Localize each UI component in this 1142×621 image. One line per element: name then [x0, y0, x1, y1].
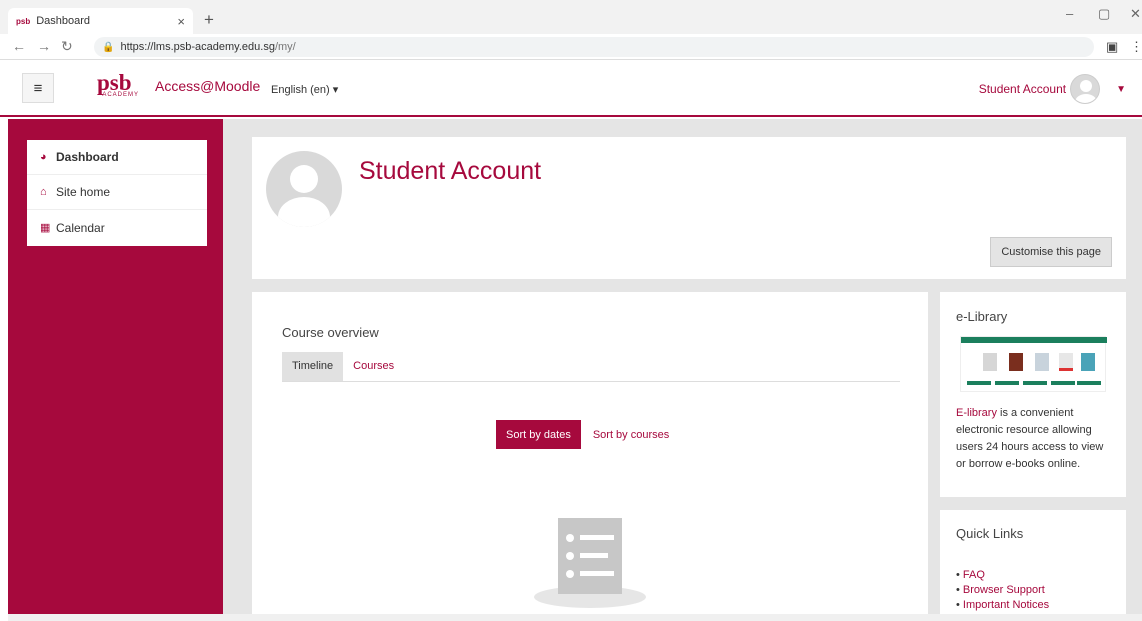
url-host: https://lms.psb-academy.edu.sg	[120, 41, 275, 53]
calendar-icon: ▦	[40, 222, 51, 234]
minimize-icon[interactable]: –	[1066, 6, 1073, 21]
tab-timeline[interactable]: Timeline	[282, 352, 344, 381]
browser-tab-bar: psb Dashboard × + – ▢ ✕	[0, 0, 1142, 34]
browser-menu-icon[interactable]: ⋮	[1130, 39, 1142, 55]
elibrary-link[interactable]: E-library	[956, 407, 997, 419]
url-field[interactable]: 🔒 https://lms.psb-academy.edu.sg/my/	[94, 37, 1094, 57]
profile-avatar	[266, 151, 342, 227]
sort-by-dates-button[interactable]: Sort by dates	[496, 420, 581, 449]
tab-close-icon[interactable]: ×	[177, 14, 185, 29]
psb-favicon-icon: psb	[16, 16, 31, 26]
course-overview-tabs: Timeline Courses	[282, 352, 900, 382]
quick-link-browser-support[interactable]: Browser Support	[956, 583, 1049, 598]
dashboard-icon: ◕	[40, 151, 47, 163]
nav-item-label: Dashboard	[56, 150, 119, 164]
nav-drawer-list: ◕ Dashboard ⌂ Site home ▦ Calendar	[27, 140, 207, 246]
forward-icon[interactable]: →	[37, 38, 51, 54]
quick-links-title: Quick Links	[956, 526, 1024, 541]
nav-item-calendar[interactable]: ▦ Calendar	[27, 210, 207, 245]
url-path: /my/	[274, 41, 296, 53]
elibrary-preview-image[interactable]	[960, 336, 1107, 392]
customise-page-button[interactable]: Customise this page	[990, 237, 1112, 267]
tab-title: Dashboard	[36, 15, 91, 27]
user-avatar	[1070, 74, 1101, 104]
language-menu[interactable]: English (en) ▾	[271, 83, 338, 96]
elibrary-description: E-library is a convenient electronic res…	[956, 405, 1114, 473]
close-window-icon[interactable]: ✕	[1130, 6, 1141, 22]
menu-toggle-button[interactable]: ≡	[22, 73, 54, 103]
address-bar: ← → ↻ 🔒 https://lms.psb-academy.edu.sg/m…	[0, 34, 1142, 60]
nav-item-label: Site home	[56, 185, 111, 199]
new-tab-button[interactable]: +	[204, 10, 214, 30]
nav-item-label: Calendar	[56, 220, 105, 235]
logo-subtext: ACADEMY	[102, 92, 139, 98]
site-header: ≡ psb ACADEMY Access@Moodle English (en)…	[0, 61, 1142, 117]
course-overview-block: Course overview Timeline Courses Sort by…	[252, 292, 928, 621]
quick-link-faq[interactable]: FAQ	[956, 568, 1049, 583]
elibrary-title: e-Library	[956, 309, 1008, 324]
nav-item-dashboard[interactable]: ◕ Dashboard	[27, 140, 207, 175]
quick-links-block: Quick Links FAQ Browser Support Importan…	[940, 510, 1126, 621]
tab-courses[interactable]: Courses	[343, 352, 404, 381]
lock-icon: 🔒	[102, 41, 115, 53]
home-icon: ⌂	[40, 186, 47, 198]
browser-tab[interactable]: psb Dashboard ×	[8, 8, 193, 34]
page-header-card: Student Account Customise this page	[252, 137, 1126, 279]
nav-item-site-home[interactable]: ⌂ Site home	[27, 175, 207, 210]
elibrary-block: e-Library E-library is a convenient elec…	[940, 292, 1126, 497]
reload-icon[interactable]: ↻	[61, 38, 73, 55]
extension-icon[interactable]: ▣	[1106, 39, 1118, 55]
user-menu[interactable]: Student Account ▼	[979, 74, 1126, 104]
course-overview-title: Course overview	[282, 325, 379, 340]
logo-text: psb	[97, 70, 132, 95]
empty-list-icon	[534, 512, 646, 612]
user-menu-caret-icon[interactable]: ▼	[1116, 84, 1126, 95]
psb-logo[interactable]: psb ACADEMY	[97, 70, 139, 98]
restore-icon[interactable]: ▢	[1098, 6, 1110, 22]
page-title: Student Account	[359, 157, 542, 185]
sort-options: Sort by dates Sort by courses	[496, 420, 669, 449]
sort-by-courses-link[interactable]: Sort by courses	[593, 429, 669, 441]
back-icon[interactable]: ←	[12, 38, 26, 54]
horizontal-scrollbar[interactable]	[8, 614, 1142, 621]
user-name: Student Account	[978, 82, 1067, 96]
quick-link-important-notices[interactable]: Important Notices	[956, 598, 1049, 613]
quick-links-list: FAQ Browser Support Important Notices	[956, 568, 1049, 613]
site-name-link[interactable]: Access@Moodle	[155, 78, 260, 94]
